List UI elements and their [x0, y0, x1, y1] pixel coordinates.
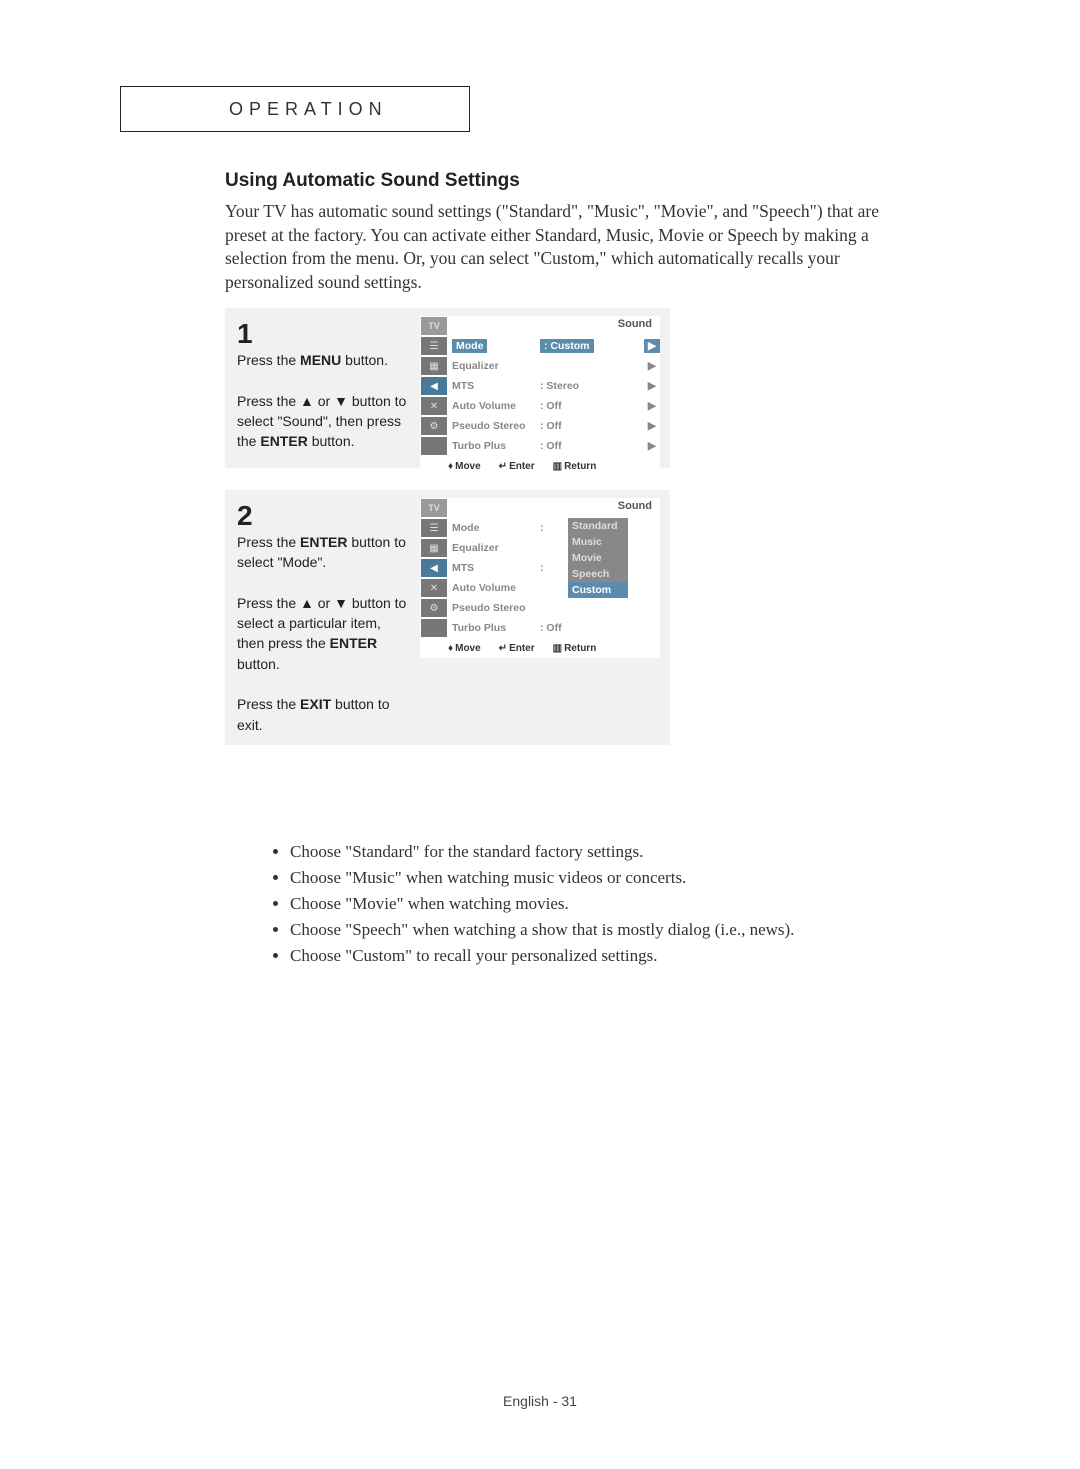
osd-menu-item: Pseudo Stereo [448, 598, 660, 618]
osd-footer: ♦Move ↵Enter ▥Return [420, 638, 660, 658]
osd-dropdown-item: Movie [568, 550, 628, 566]
osd-sidebar-icon: ⚙ [420, 598, 448, 618]
osd-tv-label: TV [420, 316, 448, 336]
osd-screenshot-2: TV Sound ☰Mode:▦Equalizer◀MTS:✕Auto Volu… [420, 498, 660, 644]
enter-icon: ↵ [499, 461, 509, 472]
osd-sidebar-icon [420, 436, 448, 456]
osd-tv-label: TV [420, 498, 448, 518]
osd-menu-item: MTS: Stereo▶ [448, 376, 660, 396]
page-number: English - 31 [0, 1393, 1080, 1409]
osd-sidebar-icon: ⚙ [420, 416, 448, 436]
osd-sidebar-icon: ☰ [420, 518, 448, 538]
step-2: 2 Press the ENTER button to select "Mode… [225, 490, 670, 745]
osd-sidebar-icon: ▦ [420, 356, 448, 376]
tip-item: Choose "Music" when watching music video… [290, 868, 940, 888]
osd-sidebar-icon: ◀ [420, 376, 448, 396]
tip-item: Choose "Movie" when watching movies. [290, 894, 940, 914]
steps-box: 1 Press the MENU button. Press the ▲ or … [225, 308, 670, 767]
enter-icon: ↵ [499, 643, 509, 654]
osd-title: Sound [448, 498, 660, 516]
osd-dropdown-item: Custom [568, 582, 628, 598]
osd-menu-item: Auto Volume: Off▶ [448, 396, 660, 416]
osd-screenshot-1: TV Sound ☰Mode: Custom▶▦Equalizer▶◀MTS: … [420, 316, 660, 462]
osd-sidebar-icon: ✕ [420, 578, 448, 598]
osd-menu-item: Mode: Custom▶ [448, 336, 660, 356]
section-heading: Using Automatic Sound Settings [225, 170, 520, 192]
tip-item: Choose "Standard" for the standard facto… [290, 842, 940, 862]
osd-sidebar-icon: ▦ [420, 538, 448, 558]
tip-item: Choose "Custom" to recall your personali… [290, 946, 940, 966]
osd-sidebar-icon: ✕ [420, 396, 448, 416]
osd-menu-item: Equalizer [448, 538, 660, 558]
step-1: 1 Press the MENU button. Press the ▲ or … [225, 308, 670, 468]
step-text: Press the ENTER button to select "Mode".… [237, 532, 412, 735]
osd-menu-item: Turbo Plus: Off [448, 618, 660, 638]
osd-dropdown-item: Speech [568, 566, 628, 582]
tip-item: Choose "Speech" when watching a show tha… [290, 920, 940, 940]
osd-menu-item: Pseudo Stereo: Off▶ [448, 416, 660, 436]
osd-dropdown-item: Music [568, 534, 628, 550]
osd-menu-item: Mode: [448, 518, 660, 538]
osd-menu-item: Auto Volume [448, 578, 660, 598]
osd-sidebar-icon: ◀ [420, 558, 448, 578]
return-icon: ▥ [553, 461, 564, 472]
page: OPERATION Using Automatic Sound Settings… [0, 0, 1080, 1469]
step-text: Press the MENU button. Press the ▲ or ▼ … [237, 350, 412, 451]
osd-footer: ♦Move ↵Enter ▥Return [420, 456, 660, 476]
intro-paragraph: Your TV has automatic sound settings ("S… [225, 200, 905, 295]
osd-sidebar-icon [420, 618, 448, 638]
osd-mode-dropdown: StandardMusicMovieSpeechCustom [568, 518, 628, 598]
osd-sidebar-icon: ☰ [420, 336, 448, 356]
osd-title: Sound [448, 316, 660, 334]
osd-dropdown-item: Standard [568, 518, 628, 534]
osd-menu-item: MTS: [448, 558, 660, 578]
header-label: OPERATION [121, 99, 388, 120]
osd-menu-item: Turbo Plus: Off▶ [448, 436, 660, 456]
return-icon: ▥ [553, 643, 564, 654]
osd-menu-item: Equalizer▶ [448, 356, 660, 376]
header-box: OPERATION [120, 86, 470, 132]
tips-list: Choose "Standard" for the standard facto… [250, 842, 940, 972]
